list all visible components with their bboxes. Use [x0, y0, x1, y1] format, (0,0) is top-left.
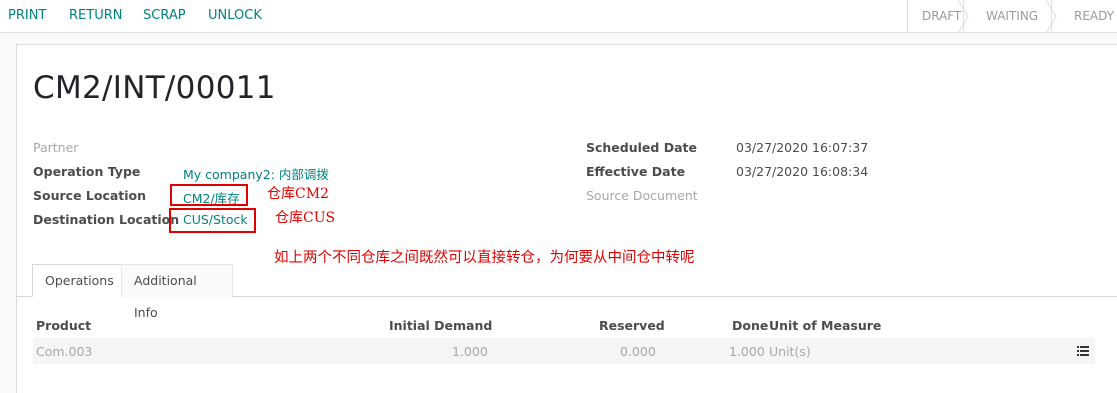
tab-operations-label: Operations — [45, 273, 114, 288]
operation-type-value[interactable]: My company2: 内部调拨 — [183, 164, 329, 183]
tab-operations[interactable]: Operations — [32, 264, 122, 297]
source-location-highlight — [170, 184, 248, 206]
status-draft[interactable]: DRAFT — [907, 0, 961, 33]
source-location-label: Source Location — [33, 188, 147, 203]
destination-annotation: 仓库CUS — [275, 210, 336, 226]
chevron-right-icon — [957, 0, 969, 33]
status-waiting-label: WAITING — [986, 9, 1039, 23]
return-button[interactable]: RETURN — [69, 8, 122, 23]
cell-reserved: 0.000 — [620, 344, 656, 359]
unlock-button[interactable]: UNLOCK — [208, 8, 262, 23]
record-title: CM2/INT/00011 — [33, 70, 276, 106]
col-done[interactable]: Done — [732, 318, 768, 333]
print-button[interactable]: PRINT — [8, 8, 46, 23]
scheduled-date-value: 03/27/2020 16:07:37 — [736, 140, 869, 155]
partner-label: Partner — [33, 140, 79, 155]
effective-date-label: Effective Date — [586, 164, 686, 179]
col-reserved[interactable]: Reserved — [599, 318, 665, 333]
status-ready-label: READY — [1074, 9, 1115, 23]
chevron-right-icon — [1045, 0, 1057, 33]
status-ready[interactable]: READY — [1051, 0, 1117, 33]
table-row[interactable]: Com.003 1.000 0.000 1.000 Unit(s) — [33, 338, 1095, 364]
col-initial-demand[interactable]: Initial Demand — [389, 318, 492, 333]
cell-unit-of-measure: Unit(s) — [769, 344, 811, 359]
source-document-label: Source Document — [586, 188, 698, 203]
effective-date-value: 03/27/2020 16:08:34 — [736, 164, 869, 179]
source-annotation: 仓库CM2 — [267, 186, 329, 202]
cell-product: Com.003 — [36, 344, 93, 359]
question-annotation: 如上两个不同仓库之间既然可以直接转仓，为何要从中间仓中转呢 — [274, 250, 695, 266]
scrap-button[interactable]: SCRAP — [143, 8, 186, 23]
tab-additional-info[interactable]: Additional Info — [121, 264, 233, 320]
cell-done: 1.000 — [729, 344, 765, 359]
col-unit-of-measure[interactable]: Unit of Measure — [769, 318, 881, 333]
col-product[interactable]: Product — [36, 318, 91, 333]
status-waiting[interactable]: WAITING — [963, 0, 1049, 33]
list-icon[interactable] — [1077, 346, 1089, 356]
destination-location-label: Destination Location — [33, 212, 180, 227]
destination-location-highlight — [169, 208, 256, 233]
cell-initial-demand: 1.000 — [452, 344, 488, 359]
control-panel: PRINT RETURN SCRAP UNLOCK DRAFT WAITING … — [0, 0, 1117, 33]
status-draft-label: DRAFT — [922, 9, 962, 23]
operation-type-label: Operation Type — [33, 164, 141, 179]
scheduled-date-label: Scheduled Date — [586, 140, 697, 155]
